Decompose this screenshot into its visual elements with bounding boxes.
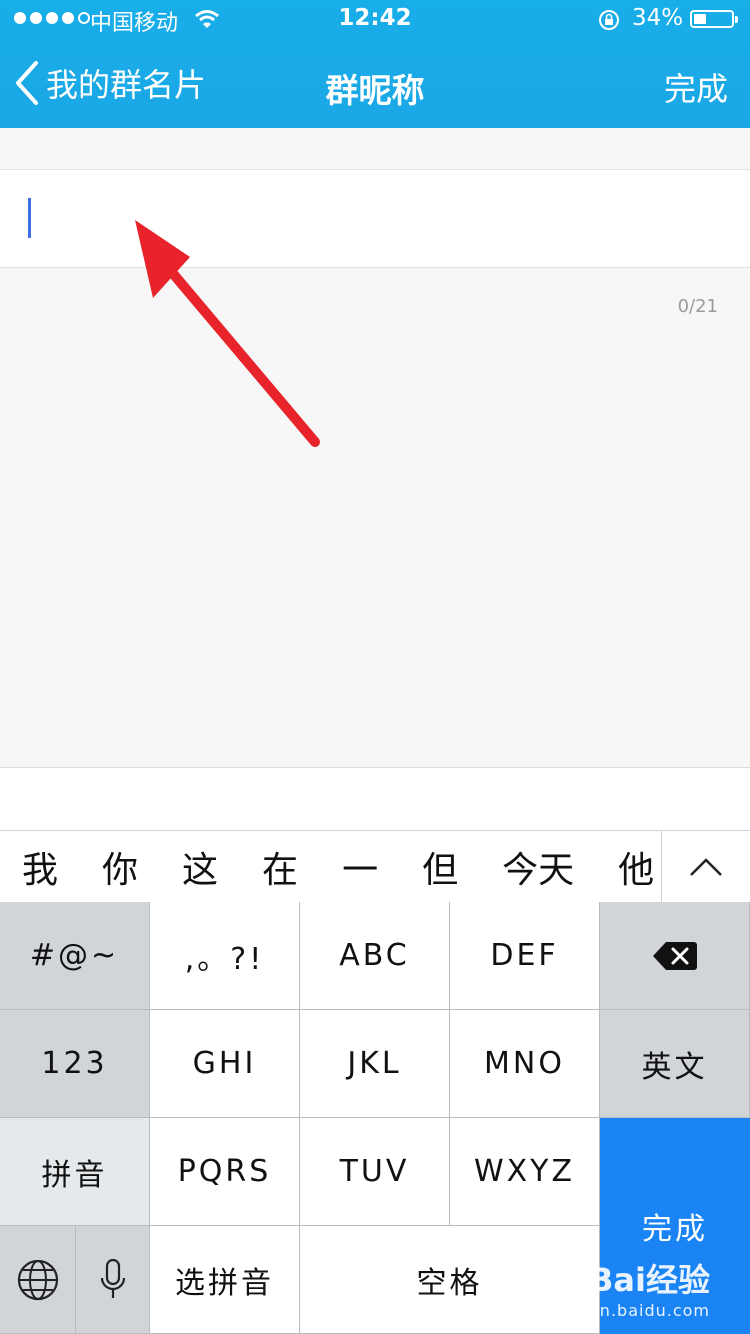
- key-tuv[interactable]: TUV: [300, 1118, 450, 1226]
- key-select-pinyin[interactable]: 选拼音: [150, 1226, 300, 1334]
- candidate-item[interactable]: 在: [240, 841, 320, 893]
- annotation-arrow: [135, 220, 320, 447]
- key-delete[interactable]: [600, 902, 750, 1010]
- text-caret: [28, 198, 31, 238]
- watermark-brand: Bai经验: [589, 1261, 710, 1299]
- candidate-item[interactable]: 一: [320, 841, 400, 893]
- done-button[interactable]: 完成: [664, 64, 728, 110]
- input-spacer: [0, 767, 750, 831]
- battery-icon: [690, 10, 738, 28]
- page-title: 群昵称: [325, 71, 425, 110]
- key-microphone[interactable]: [76, 1226, 150, 1334]
- candidate-item[interactable]: 你: [80, 841, 160, 893]
- key-globe[interactable]: [0, 1226, 76, 1334]
- delete-icon: [652, 941, 697, 970]
- key-punctuation[interactable]: ,。?!: [150, 902, 300, 1010]
- key-numbers[interactable]: 123: [0, 1010, 150, 1118]
- watermark-logo: Bai经验 jingyan.baidu.com: [545, 1255, 710, 1320]
- key-english[interactable]: 英文: [600, 1010, 750, 1118]
- rotation-lock-icon: [598, 9, 620, 35]
- key-mno[interactable]: MNO: [450, 1010, 600, 1118]
- nickname-input[interactable]: [0, 169, 750, 268]
- header: 中国移动 12:42 34% 我的群名片 群昵称 完成: [0, 0, 750, 128]
- key-wxyz[interactable]: WXYZ: [450, 1118, 600, 1226]
- watermark-url: jingyan.baidu.com: [545, 1301, 710, 1320]
- candidate-item[interactable]: 今天: [480, 841, 596, 893]
- candidate-item[interactable]: 他: [596, 841, 662, 893]
- expand-candidates-button[interactable]: [661, 831, 750, 903]
- microphone-icon: [100, 1258, 125, 1298]
- battery-percent: 34%: [632, 5, 684, 31]
- key-pqrs[interactable]: PQRS: [150, 1118, 300, 1226]
- candidate-item[interactable]: 但: [400, 841, 480, 893]
- key-pinyin[interactable]: 拼音: [0, 1118, 150, 1226]
- char-counter: 0/21: [677, 296, 718, 317]
- key-jkl[interactable]: JKL: [300, 1010, 450, 1118]
- key-symbols[interactable]: #@~: [0, 902, 150, 1010]
- candidate-item[interactable]: 这: [160, 841, 240, 893]
- key-abc[interactable]: ABC: [300, 902, 450, 1010]
- candidate-bar: 我你这在一但今天他: [0, 830, 750, 903]
- globe-icon: [17, 1259, 58, 1300]
- expand-up-icon: [690, 858, 722, 876]
- key-ghi[interactable]: GHI: [150, 1010, 300, 1118]
- candidate-item[interactable]: 我: [0, 841, 80, 893]
- key-def[interactable]: DEF: [450, 902, 600, 1010]
